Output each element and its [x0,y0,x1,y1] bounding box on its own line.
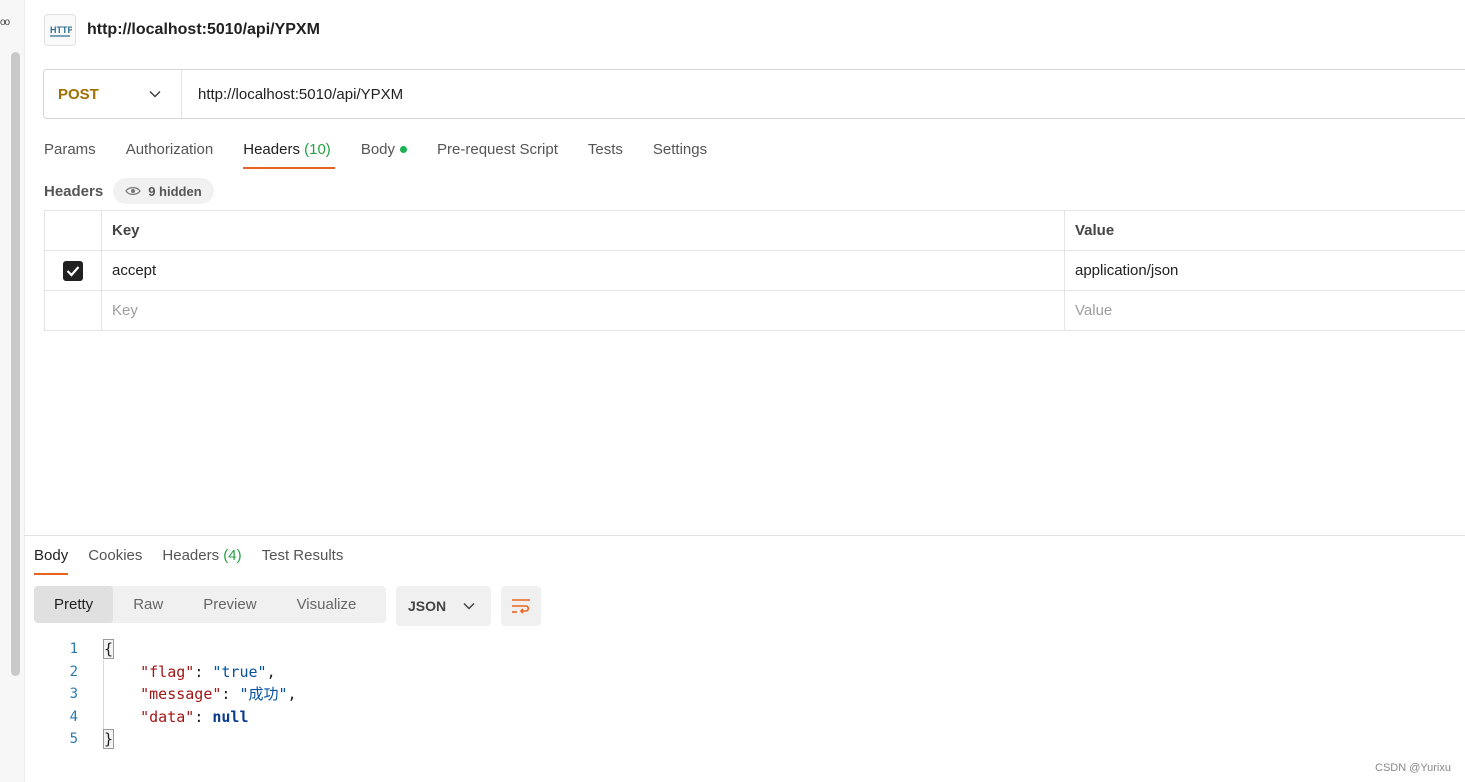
code-line: 1 { [44,638,297,661]
headers-table: Key Value accept application/json Key Va… [44,210,1465,331]
pane-divider[interactable] [24,535,1465,536]
body-indicator-dot [400,145,408,153]
header-enabled-cell [44,250,102,291]
json-value: "true" [212,662,267,681]
tab-settings[interactable]: Settings [653,140,707,170]
response-tab-test-results[interactable]: Test Results [262,546,344,576]
more-icon[interactable]: oo [0,17,10,28]
checkbox-column-header [44,210,102,251]
wrap-lines-icon [512,599,530,614]
json-key: "data" [140,707,195,726]
tab-params-label: Params [44,141,96,158]
view-mode-pretty[interactable]: Pretty [34,586,114,623]
header-enabled-cell [44,290,102,331]
response-tabs: Body Cookies Headers (4) Test Results [34,546,363,578]
json-value: null [212,707,249,726]
tab-authorization[interactable]: Authorization [126,140,214,170]
header-key-cell[interactable]: accept [101,250,1065,291]
wrap-lines-button[interactable] [501,586,541,626]
tab-tests[interactable]: Tests [588,140,623,170]
request-tabs: Params Authorization Headers (10) Body P… [44,140,737,172]
eye-icon [125,187,141,195]
json-key: "message" [140,685,222,704]
new-header-key-input[interactable]: Key [101,290,1065,331]
open-brace: { [102,639,115,659]
new-header-value-input[interactable]: Value [1064,290,1465,331]
response-tab-cookies[interactable]: Cookies [88,546,142,576]
headers-table-header: Key Value [44,210,1465,251]
header-enabled-checkbox[interactable] [63,260,83,281]
tab-headers-count: (10) [304,141,331,158]
url-bar: POST http://localhost:5010/api/YPXM [43,69,1465,119]
watermark: CSDN @Yurixu [1375,762,1451,774]
line-number: 3 [69,686,78,703]
response-headers-count: (4) [223,547,242,564]
left-strip: oo [0,0,25,782]
json-key: "flag" [140,662,195,681]
line-number: 5 [69,731,78,748]
chevron-down-icon [463,602,475,610]
json-separator: : [194,662,213,681]
tab-body-label: Body [360,141,396,158]
tab-headers[interactable]: Headers (10) [243,140,335,170]
headers-label: Headers [44,182,104,200]
tab-settings-label: Settings [652,141,708,158]
line-number: 2 [69,663,78,680]
table-row: accept application/json [44,250,1465,291]
response-tab-body[interactable]: Body [34,546,69,576]
response-body-code[interactable]: 1 { 2 "flag": "true", 3 "message": "成功",… [44,638,297,751]
view-mode-visualize[interactable]: Visualize [277,586,377,623]
url-input[interactable]: http://localhost:5010/api/YPXM [182,86,403,103]
response-tab-body-label: Body [34,547,69,564]
response-tab-headers-label: Headers [162,547,220,564]
code-line: 5 } [44,728,297,751]
line-number: 1 [69,641,78,657]
tab-headers-label: Headers [243,141,300,158]
tab-prerequest-script[interactable]: Pre-request Script [437,140,558,170]
request-title-row: HTTP http://localhost:5010/api/YPXM [44,14,320,46]
close-brace: } [102,729,115,750]
tab-authorization-label: Authorization [125,141,214,158]
response-tab-cookies-label: Cookies [88,547,143,564]
key-column-header: Key [101,210,1065,251]
json-comma: , [266,662,276,681]
http-icon: HTTP [44,14,76,46]
svg-text:HTTP: HTTP [50,25,72,35]
tab-prerequest-label: Pre-request Script [437,141,558,158]
method-select[interactable]: POST [44,70,182,118]
table-row: Key Value [44,290,1465,331]
format-select[interactable]: JSON [396,586,491,626]
tab-tests-label: Tests [587,141,623,158]
json-comma: , [287,685,297,704]
tab-body[interactable]: Body [360,140,408,170]
view-mode-raw[interactable]: Raw [113,586,183,623]
code-line: 4 "data": null [44,706,297,729]
line-number: 4 [69,708,78,725]
json-separator: : [194,707,213,726]
scrollbar-thumb[interactable] [11,52,20,676]
hidden-headers-label: 9 hidden [148,183,202,199]
chevron-down-icon [149,90,161,98]
response-tab-headers[interactable]: Headers (4) [162,546,241,576]
format-label: JSON [408,598,447,614]
view-mode-segmented-control: Pretty Raw Preview Visualize [34,586,386,623]
code-line: 3 "message": "成功", [44,683,297,706]
headers-section-header: Headers 9 hidden [44,178,214,204]
response-tab-test-results-label: Test Results [261,547,344,564]
method-label: POST [58,85,99,103]
json-separator: : [221,685,240,704]
tab-params[interactable]: Params [44,140,96,170]
json-value: "成功" [239,685,288,704]
header-value-cell[interactable]: application/json [1064,250,1465,291]
value-column-header: Value [1064,210,1465,251]
hidden-headers-toggle[interactable]: 9 hidden [113,178,214,204]
view-mode-preview[interactable]: Preview [183,586,276,623]
request-title[interactable]: http://localhost:5010/api/YPXM [87,21,320,39]
code-line: 2 "flag": "true", [44,661,297,684]
checkmark-icon [66,265,80,277]
